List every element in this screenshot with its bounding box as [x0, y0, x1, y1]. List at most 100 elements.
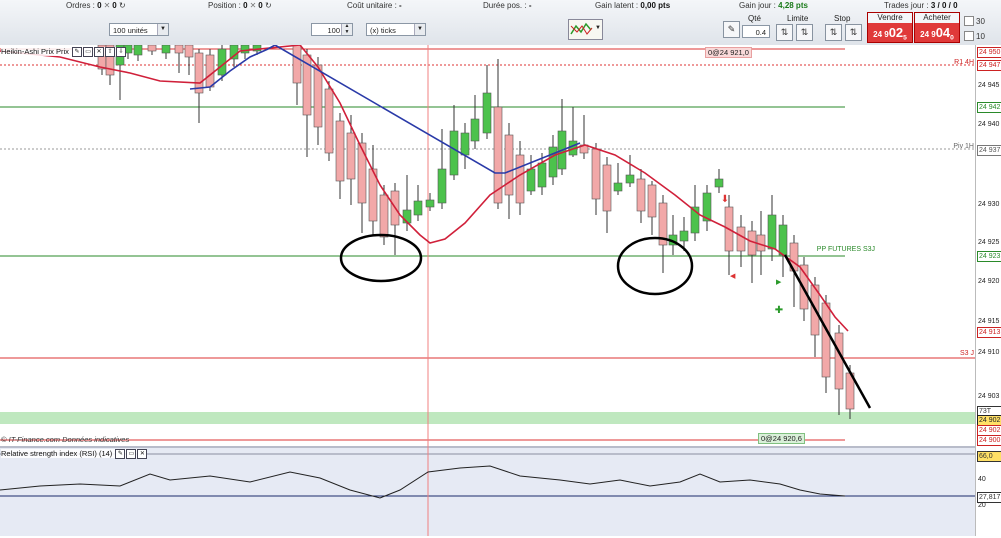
units-select[interactable]: 100 unités ▼	[109, 23, 169, 36]
rsi-chart[interactable]	[0, 446, 975, 536]
buy-button[interactable]: Acheter 24 9040	[914, 12, 960, 43]
axis-tick: 40	[978, 476, 986, 483]
candle	[460, 132, 470, 156]
buy-label: Acheter	[915, 13, 959, 23]
refresh-icon[interactable]: ↻	[265, 1, 272, 10]
close-icon[interactable]: ✕	[104, 1, 111, 10]
ticks-unit-select[interactable]: (x) ticks ▼	[366, 23, 426, 36]
down-arrow-icon[interactable]: ⇩	[116, 47, 127, 57]
cross-marker-icon: ✚	[775, 305, 783, 316]
data-source-watermark: © IT-Finance.com Données indicatives	[1, 435, 130, 444]
refresh-icon[interactable]: ↻	[119, 1, 126, 10]
candle	[217, 48, 227, 76]
candle	[313, 64, 323, 128]
stepper-arrows-icon[interactable]: ▲ ▼	[341, 23, 352, 35]
candle	[229, 44, 239, 60]
candle	[184, 44, 194, 58]
axis-tag: 24 913	[977, 327, 1001, 338]
candle	[767, 214, 777, 250]
ticks-stepper[interactable]: 100 ▲ ▼	[311, 23, 353, 36]
axis-tag: 24 923	[977, 251, 1001, 262]
up-arrow-icon[interactable]: ⇧	[105, 47, 116, 57]
candle	[346, 132, 356, 180]
candle	[437, 168, 447, 204]
chevron-down-icon[interactable]: ▼	[595, 25, 601, 31]
axis-tick: 24 925	[978, 239, 1000, 246]
candle	[548, 146, 558, 178]
axis-tick: 24 945	[978, 82, 1000, 89]
order-tag-top[interactable]: 0@24 921,0	[705, 47, 752, 58]
rsi-tag-upper: 66,0	[977, 451, 1001, 462]
arrow-down-icon: ⬇	[721, 194, 729, 205]
r1-4h-label: R1 4H	[954, 59, 974, 66]
annotation-circle[interactable]	[616, 236, 694, 296]
l-value: 10	[976, 32, 985, 41]
wrench-icon[interactable]: ✎	[723, 21, 740, 38]
moving-average-red	[0, 44, 849, 332]
axis-tick: 24 940	[978, 121, 1000, 128]
ticks-unit-value: (x) ticks	[370, 26, 396, 35]
axis-tag: 24 942	[977, 102, 1001, 113]
candle	[526, 168, 536, 192]
strategy-chart-button[interactable]: ▼	[568, 19, 603, 40]
orders-stat: Ordres : 0 ✕ 0 ↻	[66, 1, 126, 10]
candle	[425, 199, 435, 208]
qty-value: 0.4	[755, 28, 766, 37]
wrench-icon[interactable]: ✎	[72, 47, 83, 57]
chart-title-bar: Heikin-Ashi Prix Prix ✎ ▭ ✕ ⇧ ⇩	[1, 47, 127, 57]
strategy-chart-icon	[570, 22, 593, 35]
axis-tag: 24 947	[977, 60, 1001, 71]
position-stat: Position : 0 ✕ 0 ↻	[208, 1, 272, 10]
candle	[413, 200, 423, 216]
axis-tick: 20	[978, 502, 986, 509]
candle	[647, 184, 657, 218]
daily-gain-stat: Gain jour : 4,28 pts	[739, 1, 808, 10]
window-icon[interactable]: ▭	[126, 449, 137, 459]
rsi-line	[0, 465, 846, 499]
order-tag-bottom-text: 0@24 920,6	[761, 434, 802, 443]
close-icon[interactable]: ✕	[137, 449, 148, 459]
order-tag-bottom[interactable]: 0@24 920,6	[758, 433, 805, 444]
candle	[161, 44, 171, 54]
qty-input[interactable]: 0.4	[742, 25, 770, 38]
trend-line[interactable]	[783, 254, 872, 409]
candle	[357, 142, 367, 204]
candle	[636, 178, 646, 212]
stop-label: Stop	[834, 14, 851, 23]
candle	[205, 54, 215, 88]
candle	[821, 302, 831, 378]
rsi-panel[interactable]: Relative strength index (RSI) (14) ✎ ▭ ✕	[0, 446, 975, 536]
candle	[292, 44, 302, 84]
chart-title: Heikin-Ashi Prix Prix	[1, 47, 69, 56]
candle	[834, 332, 844, 390]
stop-sell-button[interactable]: ⇅	[825, 24, 842, 41]
candle	[679, 230, 689, 242]
close-icon[interactable]: ✕	[94, 47, 105, 57]
stop-buy-button[interactable]: ⇅	[845, 24, 862, 41]
candle	[174, 44, 184, 54]
limit-buy-button[interactable]: ⇅	[796, 24, 813, 41]
latent-gain-stat: Gain latent : 0,00 pts	[595, 1, 671, 10]
wrench-icon[interactable]: ✎	[115, 449, 126, 459]
duration-stat: Durée pos. : -	[483, 1, 532, 10]
triangle-marker-icon: ◀	[730, 273, 736, 280]
sell-button[interactable]: Vendre 24 9025	[867, 12, 913, 43]
annotation-circle[interactable]	[339, 233, 423, 283]
price-chart[interactable]: R1 4H Piv 1H PP FUTURES S3J S3 J ⬇ ✚ ▶ ◀	[0, 44, 975, 446]
limit-sell-button[interactable]: ⇅	[776, 24, 793, 41]
candle	[515, 154, 525, 204]
price-chart-panel[interactable]: R1 4H Piv 1H PP FUTURES S3J S3 J ⬇ ✚ ▶ ◀…	[0, 44, 975, 446]
moving-average-blue	[189, 44, 581, 174]
order-tag-top-text: 0@24 921,0	[708, 48, 749, 57]
window-icon[interactable]: ▭	[83, 47, 94, 57]
candle	[194, 52, 204, 94]
pivot-1h-label: Piv 1H	[953, 143, 974, 150]
s-checkbox[interactable]	[964, 16, 974, 26]
candle	[482, 92, 492, 134]
pp-futures-label: PP FUTURES S3J	[817, 246, 875, 253]
axis-tag: 24 950	[977, 47, 1001, 58]
l-checkbox[interactable]	[964, 31, 974, 41]
price-axis[interactable]: 24 950 24 947 24 945 24 942 24 940 24 93…	[975, 45, 1001, 536]
close-icon[interactable]: ✕	[250, 1, 257, 10]
candle	[335, 120, 345, 182]
